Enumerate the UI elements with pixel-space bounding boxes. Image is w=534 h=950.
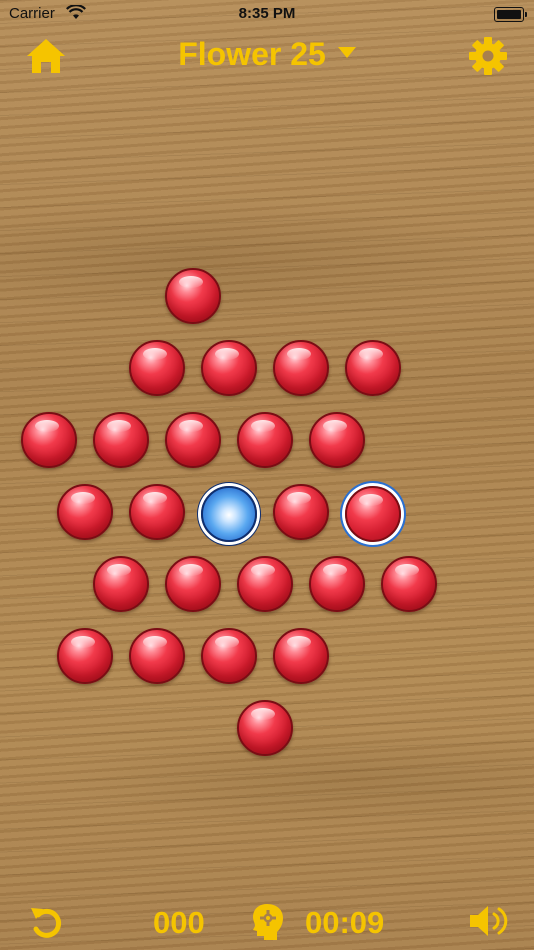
peg-r6-c1[interactable] (57, 628, 113, 684)
peg-r3-c2[interactable] (93, 412, 149, 468)
undo-button[interactable] (28, 903, 66, 941)
peg-r5-c1[interactable] (93, 556, 149, 612)
peg-r2-c3[interactable] (273, 340, 329, 396)
peg-r1-c1[interactable] (165, 268, 221, 324)
peg-r3-c4[interactable] (237, 412, 293, 468)
game-board (0, 0, 534, 950)
peg-r7-c1[interactable] (237, 700, 293, 756)
speaker-icon (470, 906, 508, 936)
peg-r5-c5[interactable] (381, 556, 437, 612)
hint-head-icon (253, 904, 283, 940)
peg-r5-c4[interactable] (309, 556, 365, 612)
peg-r6-c3[interactable] (201, 628, 257, 684)
peg-r4-c4[interactable] (273, 484, 329, 540)
peg-r4-c1[interactable] (57, 484, 113, 540)
peg-r2-c2[interactable] (201, 340, 257, 396)
elapsed-timer: 00:09 (305, 905, 385, 940)
peg-r6-c4[interactable] (273, 628, 329, 684)
empty-hole-highlight[interactable] (201, 486, 257, 542)
peg-r5-c2[interactable] (165, 556, 221, 612)
peg-r2-c1[interactable] (129, 340, 185, 396)
peg-r5-c3[interactable] (237, 556, 293, 612)
peg-r6-c2[interactable] (129, 628, 185, 684)
peg-r4-c2[interactable] (129, 484, 185, 540)
peg-r3-c1[interactable] (21, 412, 77, 468)
undo-icon (31, 908, 62, 938)
hint-button[interactable] (251, 903, 285, 941)
sound-toggle-button[interactable] (468, 903, 510, 939)
peg-r3-c5[interactable] (309, 412, 365, 468)
peg-r3-c3[interactable] (165, 412, 221, 468)
peg-r2-c4[interactable] (345, 340, 401, 396)
move-counter: 000 (153, 905, 205, 940)
bottom-bar: 000 00:09 (0, 895, 534, 945)
peg-r4-c5-selected[interactable] (345, 486, 401, 542)
